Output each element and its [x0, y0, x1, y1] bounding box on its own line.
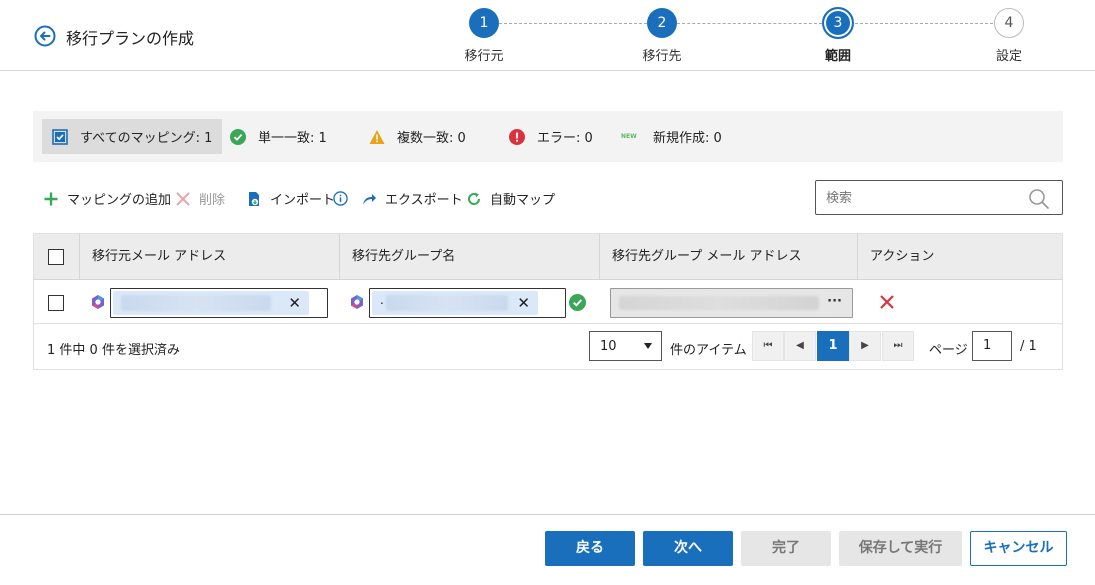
next-button[interactable]: 次へ — [643, 531, 733, 566]
prev-page-icon[interactable]: ◀ — [784, 331, 816, 361]
filter-label: エラー: 0 — [537, 131, 593, 146]
cancel-button[interactable]: キャンセル — [970, 531, 1067, 566]
add-mapping-label: マッピングの追加 — [67, 193, 172, 208]
search-box — [815, 180, 1063, 215]
step-number: 3 — [822, 7, 854, 39]
next-page-icon[interactable]: ▶ — [849, 331, 881, 361]
filter-error[interactable]: エラー: 0 — [509, 119, 593, 154]
column-header-target-group[interactable]: 移行先グループ名 — [339, 234, 599, 280]
page-number-input[interactable]: 1 — [972, 331, 1012, 361]
target-group-value: . — [380, 293, 384, 307]
filter-new[interactable]: NEW 新規作成: 0 — [621, 119, 722, 154]
column-header-action: アクション — [857, 234, 1062, 280]
plus-icon — [44, 192, 58, 205]
delete-label: 削除 — [199, 193, 226, 208]
target-group-blur — [386, 295, 508, 311]
table-row: ✕ . ✕ ··· — [34, 280, 1062, 324]
selection-count: 1 件中 0 件を選択済み — [47, 343, 180, 358]
mapping-table: 移行元メール アドレス 移行先グループ名 移行先グループ メール アドレス アク… — [33, 233, 1063, 370]
filter-multiple-match[interactable]: 複数一致: 0 — [369, 119, 466, 154]
items-per-page-select[interactable]: 10 — [589, 331, 662, 361]
delete-x-icon — [176, 191, 190, 206]
search-icon[interactable] — [1028, 188, 1050, 210]
source-email-value — [121, 295, 271, 311]
warning-icon — [369, 129, 385, 144]
search-input[interactable] — [826, 189, 1026, 207]
items-label: 件のアイテム — [670, 343, 747, 358]
source-email-field[interactable]: ✕ — [110, 288, 328, 318]
column-header-source-email[interactable]: 移行元メール アドレス — [79, 234, 339, 280]
filter-all-mappings[interactable]: すべてのマッピング: 1 — [42, 119, 223, 154]
remove-chip-icon[interactable]: ✕ — [517, 294, 530, 312]
check-circle-icon — [569, 294, 586, 311]
table-footer: 1 件中 0 件を選択済み 10 件のアイテム ⏮ ◀ 1 ▶ ⏭ ページ 1 … — [34, 324, 1062, 369]
remove-row-icon[interactable] — [879, 294, 895, 310]
step-number: 4 — [994, 8, 1024, 38]
select-all-checkbox[interactable] — [48, 249, 64, 265]
mapping-summary-bar: すべてのマッピング: 1 単一一致: 1 複数一致: 0 エラー: 0 NEW … — [33, 111, 1063, 162]
column-header-target-group-email[interactable]: 移行先グループ メール アドレス — [599, 234, 857, 280]
page-total: / 1 — [1020, 339, 1037, 354]
more-options-icon[interactable]: ··· — [827, 294, 842, 309]
target-group-field[interactable]: . ✕ — [369, 288, 566, 318]
check-circle-icon — [230, 128, 246, 145]
filter-label: 複数一致: 0 — [397, 131, 466, 146]
filter-label: すべてのマッピング: 1 — [80, 131, 213, 146]
import-label: インポート — [270, 193, 336, 208]
target-group-email-field[interactable]: ··· — [610, 288, 853, 318]
refresh-icon — [468, 192, 481, 205]
info-icon[interactable] — [333, 191, 348, 206]
target-group-chip: . ✕ — [372, 291, 538, 315]
m365-group-icon — [351, 295, 363, 309]
caret-down-icon — [644, 343, 652, 349]
checkbox-list-icon — [52, 128, 68, 145]
row-checkbox[interactable] — [48, 295, 64, 311]
table-header: 移行元メール アドレス 移行先グループ名 移行先グループ メール アドレス アク… — [34, 234, 1062, 280]
filter-label: 新規作成: 0 — [653, 131, 722, 146]
step-source[interactable]: 1 移行元 — [424, 8, 544, 64]
footer-action-bar: 戻る 次へ 完了 保存して実行 キャンセル — [0, 514, 1095, 585]
back-button[interactable]: 戻る — [545, 531, 635, 566]
step-number: 1 — [469, 8, 499, 38]
step-scope[interactable]: 3 範囲 — [778, 7, 898, 64]
step-number: 2 — [647, 8, 677, 38]
step-label: 範囲 — [824, 49, 851, 64]
delete-button[interactable]: 削除 — [175, 189, 225, 208]
filter-single-match[interactable]: 単一一致: 1 — [230, 119, 327, 154]
finish-button[interactable]: 完了 — [741, 531, 831, 566]
target-group-email-value — [619, 296, 819, 310]
save-and-run-button[interactable]: 保存して実行 — [839, 531, 962, 566]
step-settings[interactable]: 4 設定 — [949, 8, 1069, 64]
page-label: ページ — [929, 343, 968, 358]
header: 移行プランの作成 1 移行元 2 移行先 3 範囲 4 設定 — [0, 0, 1095, 71]
automap-label: 自動マップ — [490, 193, 556, 208]
export-arrow-icon — [363, 193, 376, 205]
page-button-current[interactable]: 1 — [817, 331, 849, 361]
import-button[interactable]: インポート — [246, 189, 335, 208]
add-mapping-button[interactable]: マッピングの追加 — [43, 189, 171, 208]
error-icon — [509, 128, 525, 145]
step-label: 移行元 — [464, 49, 504, 64]
import-file-icon — [249, 191, 259, 206]
step-label: 設定 — [995, 49, 1022, 64]
items-per-page-value: 10 — [600, 339, 617, 354]
first-page-icon[interactable]: ⏮ — [752, 331, 784, 361]
last-page-icon[interactable]: ⏭ — [882, 331, 914, 361]
export-button[interactable]: エクスポート — [361, 189, 463, 208]
step-label: 移行先 — [642, 49, 682, 64]
new-badge-icon: NEW — [621, 132, 637, 140]
back-arrow-icon[interactable] — [34, 25, 56, 47]
automap-button[interactable]: 自動マップ — [466, 189, 555, 208]
export-label: エクスポート — [385, 193, 463, 208]
remove-chip-icon[interactable]: ✕ — [288, 294, 301, 312]
m365-group-icon — [92, 295, 104, 309]
step-target[interactable]: 2 移行先 — [602, 8, 722, 64]
filter-label: 単一一致: 1 — [258, 131, 327, 146]
source-email-chip: ✕ — [113, 291, 309, 315]
page-title: 移行プランの作成 — [66, 29, 195, 48]
